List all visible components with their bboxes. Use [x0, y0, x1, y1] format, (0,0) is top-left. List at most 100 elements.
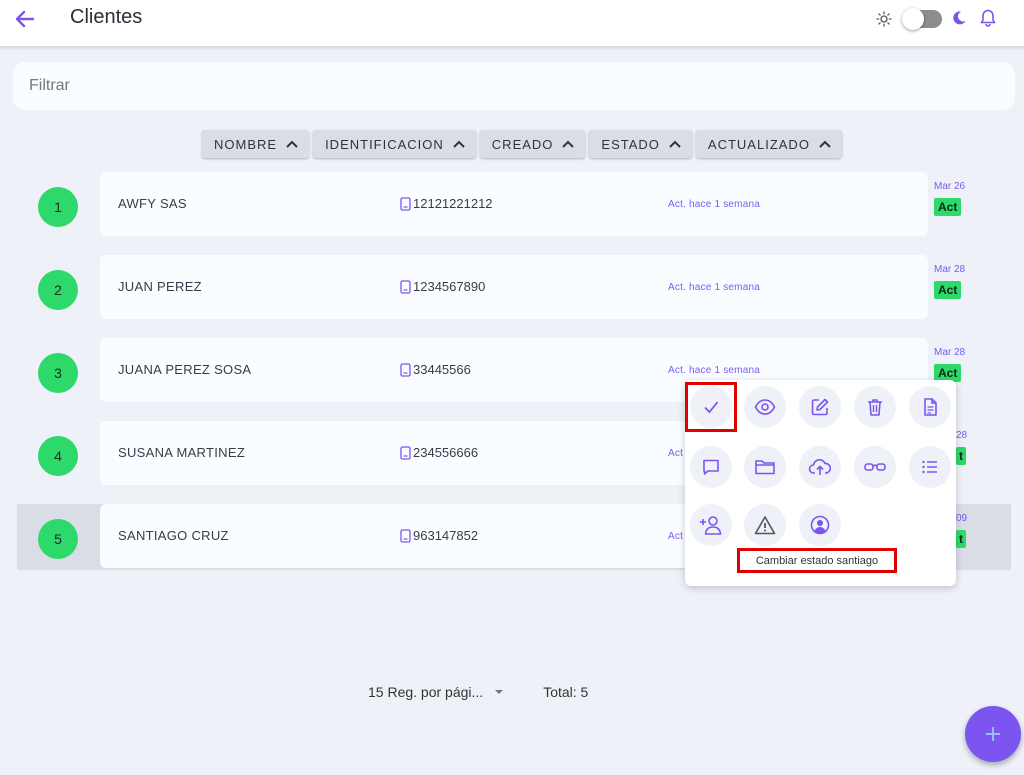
- client-name: JUAN PEREZ: [118, 279, 202, 294]
- status-badge: t: [956, 530, 966, 548]
- row-number: 3: [38, 353, 78, 393]
- client-id: 234556666: [400, 445, 478, 460]
- add-user-icon: [700, 516, 722, 535]
- comment-icon: [703, 459, 719, 475]
- edit-button[interactable]: [799, 386, 841, 428]
- client-id: 33445566: [400, 362, 471, 377]
- edit-icon: [811, 398, 829, 416]
- total-count: Total: 5: [543, 684, 589, 700]
- arrow-left-icon: [15, 10, 35, 28]
- back-button[interactable]: [12, 6, 38, 32]
- change-status-button[interactable]: [690, 386, 732, 428]
- row-number: 5: [38, 519, 78, 559]
- updated-text: Act. hace 1 semana: [668, 365, 760, 376]
- toggle-knob: [902, 8, 924, 30]
- plus-icon: [986, 727, 1000, 741]
- chevron-up-icon: [562, 140, 575, 148]
- user-circle-icon: [810, 515, 830, 535]
- sort-nombre-button[interactable]: NOMBRE: [202, 130, 310, 158]
- chevron-up-icon: [819, 140, 831, 148]
- sort-label: IDENTIFICACION: [325, 136, 444, 152]
- top-bar: Clientes: [0, 0, 1024, 46]
- sort-label: NOMBRE: [214, 136, 278, 152]
- row-date: 09: [956, 513, 968, 524]
- id-card-icon: [400, 445, 411, 460]
- sort-bar: NOMBRE IDENTIFICACION CREADO ESTADO ACTU…: [202, 130, 842, 158]
- comment-button[interactable]: [690, 446, 732, 488]
- updated-text: Act. hace 1 semana: [668, 199, 760, 210]
- client-name: JUANA PEREZ SOSA: [118, 362, 252, 377]
- filter-box: [13, 62, 1015, 110]
- caret-down-icon: [495, 690, 504, 694]
- client-id: 1234567890: [400, 279, 485, 294]
- bell-icon[interactable]: [978, 8, 998, 28]
- status-badge: t: [956, 447, 966, 465]
- client-name: SANTIAGO CRUZ: [118, 528, 229, 543]
- add-user-button[interactable]: [690, 504, 732, 546]
- id-card-icon: [400, 528, 411, 543]
- cloud-upload-icon: [808, 459, 832, 475]
- updated-text: Act. hace 1 semana: [668, 282, 760, 293]
- sort-creado-button[interactable]: CREADO: [479, 130, 586, 158]
- updated-text: Act: [668, 448, 684, 459]
- client-id-text: 12121221212: [413, 196, 493, 211]
- page-title: Clientes: [70, 6, 143, 28]
- sort-actualizado-button[interactable]: ACTUALIZADO: [695, 130, 842, 158]
- sort-label: ESTADO: [601, 136, 660, 152]
- table-row[interactable]: AWFY SAS 12121221212 Act. hace 1 semana: [100, 172, 928, 236]
- pagination: 15 Reg. por pági... Total: 5: [368, 684, 588, 700]
- warning-button[interactable]: [744, 504, 786, 546]
- view-button[interactable]: [744, 386, 786, 428]
- sort-estado-button[interactable]: ESTADO: [589, 130, 692, 158]
- chevron-up-icon: [286, 140, 298, 148]
- upload-button[interactable]: [799, 446, 841, 488]
- folder-icon: [755, 460, 775, 475]
- per-page-label: 15 Reg. por pági...: [368, 684, 484, 700]
- sun-icon: [876, 11, 892, 27]
- theme-toggle[interactable]: [902, 8, 942, 30]
- tooltip-text: Cambiar estado santiago: [737, 548, 897, 573]
- check-icon: [704, 401, 719, 414]
- client-name: SUSANA MARTINEZ: [118, 445, 246, 460]
- sort-label: ACTUALIZADO: [707, 136, 810, 152]
- profile-button[interactable]: [799, 504, 841, 546]
- client-id: 12121221212: [400, 196, 493, 211]
- glasses-button[interactable]: [854, 446, 896, 488]
- add-client-button[interactable]: [965, 706, 1021, 762]
- id-card-icon: [400, 279, 411, 294]
- warning-icon: [754, 516, 776, 535]
- row-date: 28: [956, 430, 968, 441]
- list-button[interactable]: [909, 446, 951, 488]
- chevron-up-icon: [453, 140, 465, 148]
- row-actions-menu: Cambiar estado santiago: [685, 380, 956, 586]
- filter-input[interactable]: [13, 62, 1015, 110]
- per-page-select[interactable]: 15 Reg. por pági...: [368, 684, 509, 700]
- status-badge: Act: [934, 198, 962, 216]
- sort-identificacion-button[interactable]: IDENTIFICACION: [313, 130, 476, 158]
- client-id-text: 963147852: [413, 528, 479, 543]
- client-id-text: 234556666: [413, 445, 479, 460]
- id-card-icon: [400, 362, 411, 377]
- row-date: Mar 26: [934, 181, 966, 192]
- sort-label: CREADO: [491, 136, 554, 152]
- row-date: Mar 28: [934, 347, 966, 358]
- trash-icon: [868, 399, 882, 416]
- table-row[interactable]: JUAN PEREZ 1234567890 Act. hace 1 semana: [100, 255, 928, 319]
- id-card-icon: [400, 196, 411, 211]
- glasses-icon: [864, 463, 886, 471]
- row-number: 4: [38, 436, 78, 476]
- chevron-up-icon: [669, 140, 681, 148]
- folder-button[interactable]: [744, 446, 786, 488]
- document-icon: [924, 398, 937, 416]
- delete-button[interactable]: [854, 386, 896, 428]
- moon-icon: [953, 11, 966, 25]
- row-number: 1: [38, 187, 78, 227]
- client-id: 963147852: [400, 528, 478, 543]
- document-button[interactable]: [909, 386, 951, 428]
- updated-text: Act: [668, 531, 684, 542]
- client-id-text: 33445566: [413, 362, 471, 377]
- row-number: 2: [38, 270, 78, 310]
- list-icon: [922, 460, 937, 474]
- client-id-text: 1234567890: [413, 279, 486, 294]
- row-date: Mar 28: [934, 264, 966, 275]
